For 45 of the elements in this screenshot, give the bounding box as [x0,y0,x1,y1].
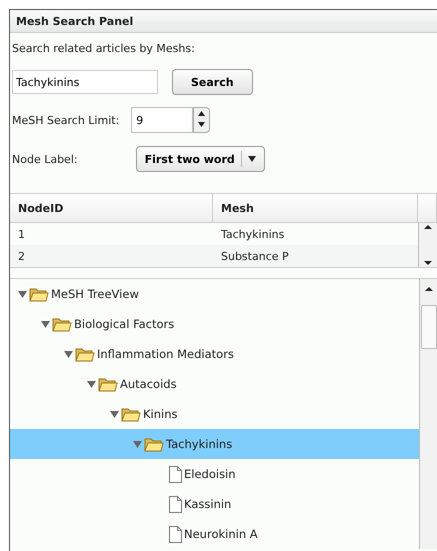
search-prompt: Search related articles by Meshs: [12,42,195,54]
panel-title: Mesh Search Panel [10,10,437,33]
document-icon [169,496,182,512]
folder-icon [29,286,49,302]
expanded-arrow-icon[interactable] [87,380,96,388]
node-label-label: Node Label: [12,152,78,166]
expanded-arrow-icon[interactable] [64,350,73,358]
search-field[interactable]: Tachykinins [12,70,158,94]
tree-item[interactable]: Autacoids [10,369,419,399]
table-cell-text: Tachykinins [220,226,286,242]
table-cell-text: 1 [17,226,26,242]
folder-icon [75,346,95,362]
up-arrow-icon[interactable] [424,223,432,231]
scrollbar[interactable] [418,223,437,267]
down-arrow-icon[interactable] [424,259,432,267]
caret-icon [248,156,256,162]
scrollbar[interactable] [419,279,437,549]
expanded-arrow-icon[interactable] [133,440,142,448]
expanded-arrow-icon[interactable] [18,290,27,298]
column-header[interactable]: NodeID [10,194,213,222]
search-button[interactable]: Search [172,69,253,95]
tree-item[interactable]: Tachykinins [10,429,419,459]
tree-item[interactable]: MeSH TreeView [10,279,419,309]
node-label-dropdown[interactable]: First two word [136,146,265,172]
tree-item[interactable]: Neurokinin A [10,519,419,549]
folder-icon [98,376,118,392]
table-cell-text: Substance P [220,248,290,264]
document-icon [169,466,182,482]
scrollbar-thumb[interactable] [420,305,436,349]
up-arrow-icon[interactable] [424,285,432,293]
tree-item[interactable]: Kinins [10,399,419,429]
expanded-arrow-icon[interactable] [110,410,119,418]
folder-icon [121,406,141,422]
folder-icon [144,436,164,452]
tree-item[interactable]: Inflammation Mediators [10,339,419,369]
column-header[interactable]: Mesh [213,194,418,222]
tree-item[interactable]: Biological Factors [10,309,419,339]
folder-icon [52,316,72,332]
limit-label: MeSH Search Limit: [12,114,120,126]
expanded-arrow-icon[interactable] [41,320,50,328]
limit-field[interactable]: 9 [131,107,194,133]
tree-item[interactable]: Eledoisin [10,459,419,489]
table-cell-text: 2 [17,248,26,264]
document-icon [169,526,182,542]
tree-item[interactable]: Kassinin [10,489,419,519]
